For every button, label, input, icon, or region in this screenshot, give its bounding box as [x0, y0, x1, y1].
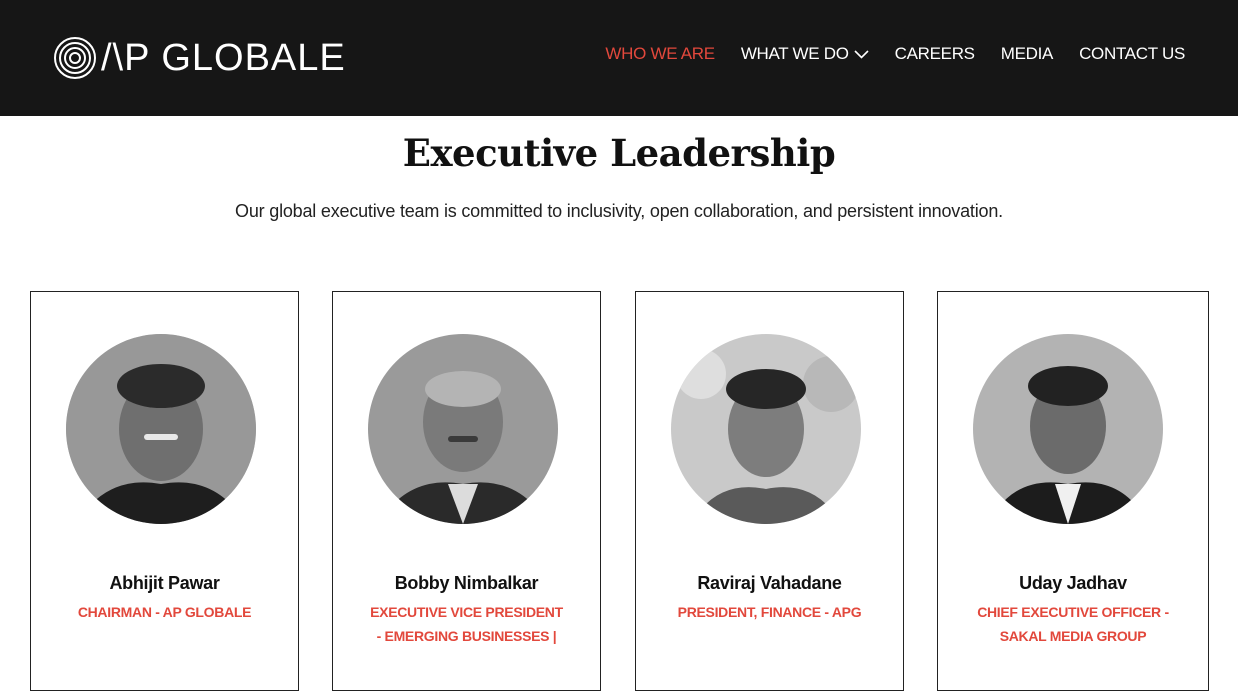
leader-name: Raviraj Vahadane [697, 573, 842, 593]
nav-media[interactable]: MEDIA [1001, 44, 1054, 64]
leader-role: CHAIRMAN - AP GLOBALE [77, 604, 252, 620]
nav-contact-us[interactable]: CONTACT US [1079, 44, 1185, 64]
leader-name: Bobby Nimbalkar [394, 573, 539, 593]
leader-card[interactable]: Raviraj Vahadane PRESIDENT, FINANCE - AP… [635, 291, 904, 691]
nav-what-we-do-label: WHAT WE DO [740, 44, 849, 63]
nav-what-we-do[interactable]: WHAT WE DO [741, 44, 869, 64]
leader-role: EXECUTIVE VICE PRESIDENT - EMERGING BUSI… [370, 604, 563, 644]
leader-role: PRESIDENT, FINANCE - APG [677, 604, 862, 620]
leader-name: Abhijit Pawar [109, 573, 220, 593]
main-nav: WHO WE ARE WHAT WE DO CAREERS MEDIA CONT… [605, 44, 1185, 64]
leader-name: Uday Jadhav [1019, 573, 1127, 593]
avatar [671, 334, 861, 524]
avatar [66, 334, 256, 524]
page-subtitle: Our global executive team is committed t… [235, 201, 1003, 221]
site-header: /\P GLOBALE WHO WE ARE WHAT WE DO CAREER… [0, 0, 1238, 116]
leader-card[interactable]: Uday Jadhav CHIEF EXECUTIVE OFFICER - SA… [937, 291, 1209, 691]
page-title: Executive Leadership [402, 131, 836, 175]
leader-card[interactable]: Bobby Nimbalkar EXECUTIVE VICE PRESIDENT… [332, 291, 601, 691]
avatar [973, 334, 1163, 524]
chevron-down-icon [854, 49, 869, 59]
nav-who-we-are[interactable]: WHO WE ARE [605, 44, 715, 64]
site-logo[interactable]: /\P GLOBALE [53, 35, 346, 81]
leader-role: CHIEF EXECUTIVE OFFICER - SAKAL MEDIA GR… [977, 604, 1169, 644]
nav-careers[interactable]: CAREERS [895, 44, 975, 64]
spiral-logo-icon [54, 37, 96, 79]
logo-text: /\P GLOBALE [101, 37, 346, 79]
leader-card[interactable]: Abhijit Pawar CHAIRMAN - AP GLOBALE [30, 291, 299, 691]
avatar [368, 334, 558, 524]
